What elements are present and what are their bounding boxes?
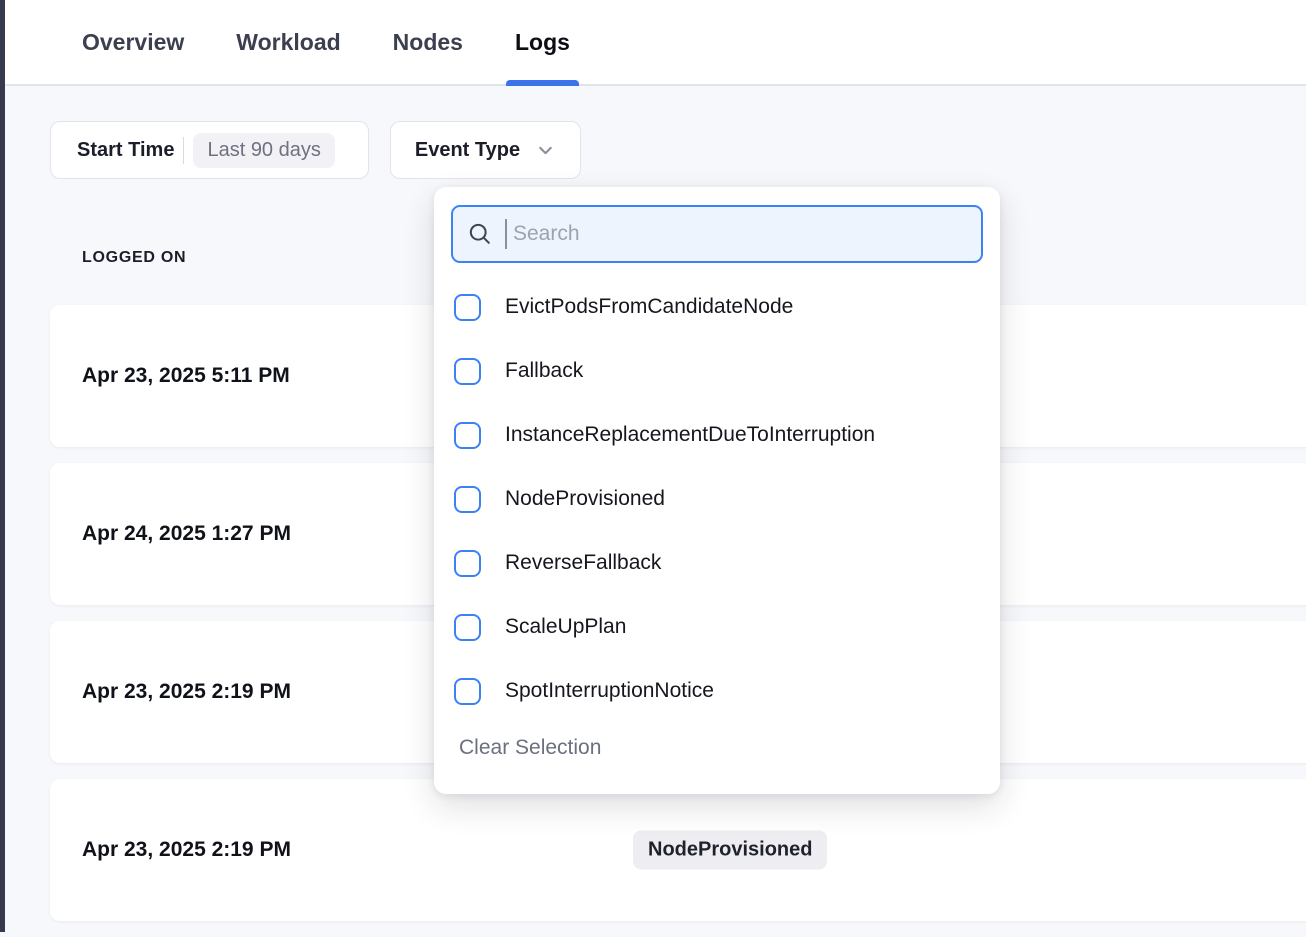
option-evictpodsfromcandidatenode[interactable]: EvictPodsFromCandidateNode [434,275,1000,339]
checkbox-unchecked-icon[interactable] [454,614,481,641]
tab-overview[interactable]: Overview [82,0,184,84]
option-nodeprovisioned[interactable]: NodeProvisioned [434,467,1000,531]
checkbox-unchecked-icon[interactable] [454,486,481,513]
logged-on-value: Apr 23, 2025 2:19 PM [82,838,291,862]
logged-on-value: Apr 23, 2025 5:11 PM [82,364,290,388]
event-type-badge: NodeProvisioned [633,831,827,870]
app-sidebar-edge [0,0,5,932]
checkbox-unchecked-icon[interactable] [454,358,481,385]
event-type-filter-label: Event Type [415,139,520,162]
filter-divider [183,137,184,164]
option-label: SpotInterruptionNotice [505,679,714,703]
logged-on-value: Apr 23, 2025 2:19 PM [82,680,291,704]
option-fallback[interactable]: Fallback [434,339,1000,403]
search-icon [468,222,493,247]
checkbox-unchecked-icon[interactable] [454,678,481,705]
event-type-dropdown-panel: EvictPodsFromCandidateNode Fallback Inst… [434,187,1000,794]
option-reversefallback[interactable]: ReverseFallback [434,531,1000,595]
option-spotinterruptionnotice[interactable]: SpotInterruptionNotice [434,659,1000,723]
start-time-filter-button[interactable]: Start Time Last 90 days [50,121,369,179]
option-label: NodeProvisioned [505,487,665,511]
chevron-down-icon [535,140,556,161]
clear-selection-button[interactable]: Clear Selection [459,736,601,760]
option-label: Fallback [505,359,583,383]
option-label: ScaleUpPlan [505,615,626,639]
checkbox-unchecked-icon[interactable] [454,422,481,449]
logged-on-value: Apr 24, 2025 1:27 PM [82,522,291,546]
start-time-filter-value: Last 90 days [193,133,334,168]
start-time-filter-label: Start Time [77,139,174,162]
tab-nodes[interactable]: Nodes [393,0,463,84]
tabs: Overview Workload Nodes Logs [0,0,1306,84]
filter-bar: Start Time Last 90 days Event Type [50,121,581,179]
tab-bar: Overview Workload Nodes Logs [0,0,1306,86]
tab-logs[interactable]: Logs [515,0,570,84]
option-instancereplacementduetointerruption[interactable]: InstanceReplacementDueToInterruption [434,403,1000,467]
checkbox-unchecked-icon[interactable] [454,550,481,577]
option-label: EvictPodsFromCandidateNode [505,295,793,319]
tab-workload[interactable]: Workload [236,0,340,84]
logged-on-column-header: LOGGED ON [82,249,186,267]
option-scaleupplan[interactable]: ScaleUpPlan [434,595,1000,659]
checkbox-unchecked-icon[interactable] [454,294,481,321]
option-label: InstanceReplacementDueToInterruption [505,423,875,447]
log-row: Apr 23, 2025 2:19 PM NodeProvisioned [50,779,1306,921]
event-type-filter-button[interactable]: Event Type [390,121,581,179]
text-cursor [505,219,507,249]
search-input[interactable] [513,222,966,246]
logs-page: Overview Workload Nodes Logs Start Time … [0,0,1306,932]
dropdown-search-box[interactable] [451,205,983,263]
option-label: ReverseFallback [505,551,661,575]
event-type-option-list: EvictPodsFromCandidateNode Fallback Inst… [434,275,1000,723]
